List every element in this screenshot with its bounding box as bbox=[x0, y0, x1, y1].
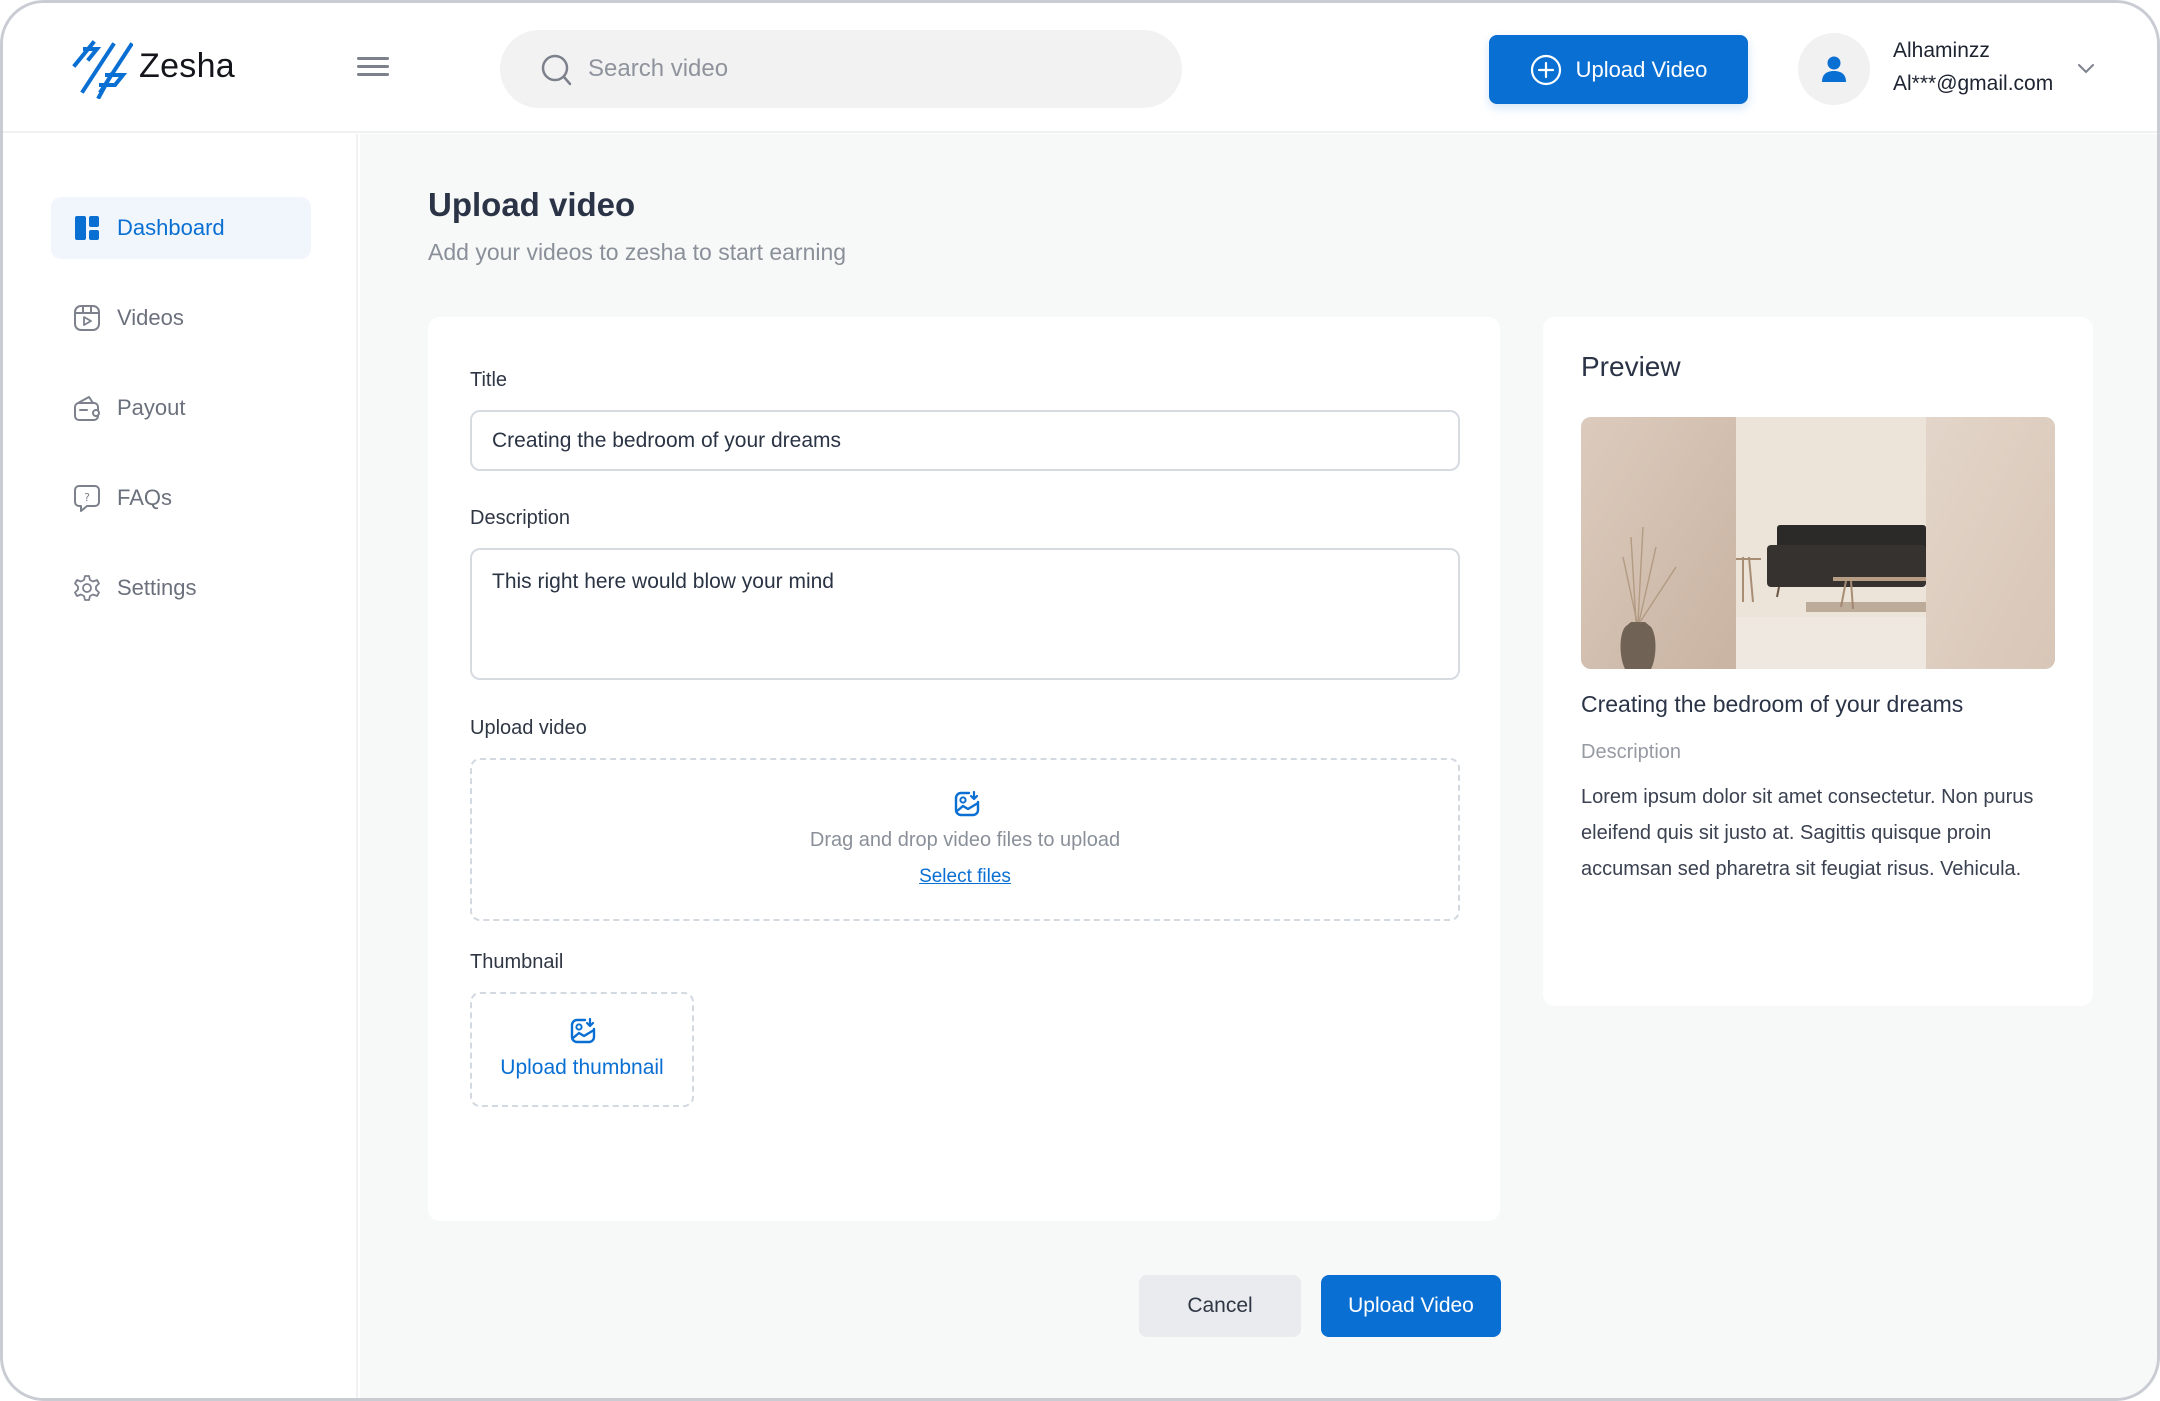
svg-text:?: ? bbox=[84, 491, 90, 504]
description-input[interactable]: This right here would blow your mind bbox=[470, 548, 1460, 680]
image-upload-icon bbox=[954, 790, 980, 817]
gear-icon bbox=[74, 575, 100, 601]
upload-thumbnail-button[interactable]: Upload thumbnail bbox=[470, 992, 694, 1107]
chevron-down-icon[interactable] bbox=[2077, 61, 2095, 75]
brand-name: Zesha bbox=[139, 47, 235, 85]
header-upload-video-button[interactable]: Upload Video bbox=[1489, 35, 1748, 104]
dropzone-instructions: Drag and drop video files to upload bbox=[809, 829, 1121, 851]
zesha-logo-icon bbox=[72, 40, 133, 99]
preview-card: Preview Creating the bedroom of your dre… bbox=[1543, 317, 2093, 1006]
top-header: Zesha Upload Video Alhaminz bbox=[3, 3, 2157, 133]
sidebar-item-label: Payout bbox=[117, 395, 186, 420]
thumbnail-label: Thumbnail bbox=[470, 951, 564, 973]
search-bar bbox=[500, 30, 1182, 108]
video-dropzone[interactable]: Drag and drop video files to upload Sele… bbox=[470, 758, 1460, 921]
page-title: Upload video bbox=[428, 186, 636, 223]
hamburger-icon[interactable] bbox=[357, 57, 389, 79]
upload-video-submit-button[interactable]: Upload Video bbox=[1321, 1275, 1501, 1337]
dashboard-icon bbox=[75, 216, 99, 240]
select-files-link[interactable]: Select files bbox=[472, 866, 1458, 888]
sidebar: Dashboard Videos Payout ? FAQs Settings bbox=[3, 134, 358, 1398]
sidebar-item-faqs[interactable]: ? FAQs bbox=[51, 467, 311, 529]
search-input[interactable] bbox=[588, 30, 1148, 108]
upload-video-label: Upload video bbox=[470, 717, 587, 739]
preview-video-title: Creating the bedroom of your dreams bbox=[1581, 691, 1964, 717]
sidebar-item-label: Dashboard bbox=[117, 215, 225, 240]
preview-heading: Preview bbox=[1581, 351, 1681, 382]
upload-thumbnail-label: Upload thumbnail bbox=[500, 1056, 664, 1079]
upload-form-card: Title Description This right here would … bbox=[428, 317, 1500, 1221]
preview-description-text: Lorem ipsum dolor sit amet consectetur. … bbox=[1581, 786, 2034, 880]
preview-description-label: Description bbox=[1581, 741, 1682, 763]
header-upload-video-label: Upload Video bbox=[1575, 56, 1708, 82]
plus-circle-icon bbox=[1530, 54, 1561, 85]
sidebar-item-payout[interactable]: Payout bbox=[51, 377, 311, 439]
user-email: Al***@gmail.com bbox=[1893, 72, 2054, 95]
sidebar-item-label: Videos bbox=[117, 305, 184, 330]
avatar[interactable] bbox=[1798, 33, 1870, 105]
title-label: Title bbox=[470, 369, 508, 391]
user-icon bbox=[1822, 56, 1846, 82]
sidebar-item-videos[interactable]: Videos bbox=[51, 287, 311, 349]
app-window: Zesha Upload Video Alhaminz bbox=[0, 0, 2160, 1401]
video-icon bbox=[74, 305, 100, 331]
cancel-button[interactable]: Cancel bbox=[1139, 1275, 1301, 1337]
help-chat-icon: ? bbox=[74, 485, 100, 512]
sidebar-item-label: Settings bbox=[117, 575, 197, 600]
wallet-icon bbox=[74, 396, 100, 421]
page-subtitle: Add your videos to zesha to start earnin… bbox=[428, 239, 847, 265]
room-photo-illustration bbox=[1581, 417, 2055, 669]
sidebar-item-label: FAQs bbox=[117, 485, 173, 510]
search-icon bbox=[541, 54, 572, 86]
sidebar-item-settings[interactable]: Settings bbox=[51, 557, 311, 619]
title-input[interactable] bbox=[470, 410, 1460, 471]
preview-thumbnail-image bbox=[1581, 417, 2055, 669]
main-content: Upload video Add your videos to zesha to… bbox=[360, 134, 2157, 1398]
description-label: Description bbox=[470, 507, 571, 529]
image-upload-icon bbox=[570, 1017, 596, 1044]
sidebar-item-dashboard[interactable]: Dashboard bbox=[51, 197, 311, 259]
user-name: Alhaminzz bbox=[1893, 39, 1990, 62]
